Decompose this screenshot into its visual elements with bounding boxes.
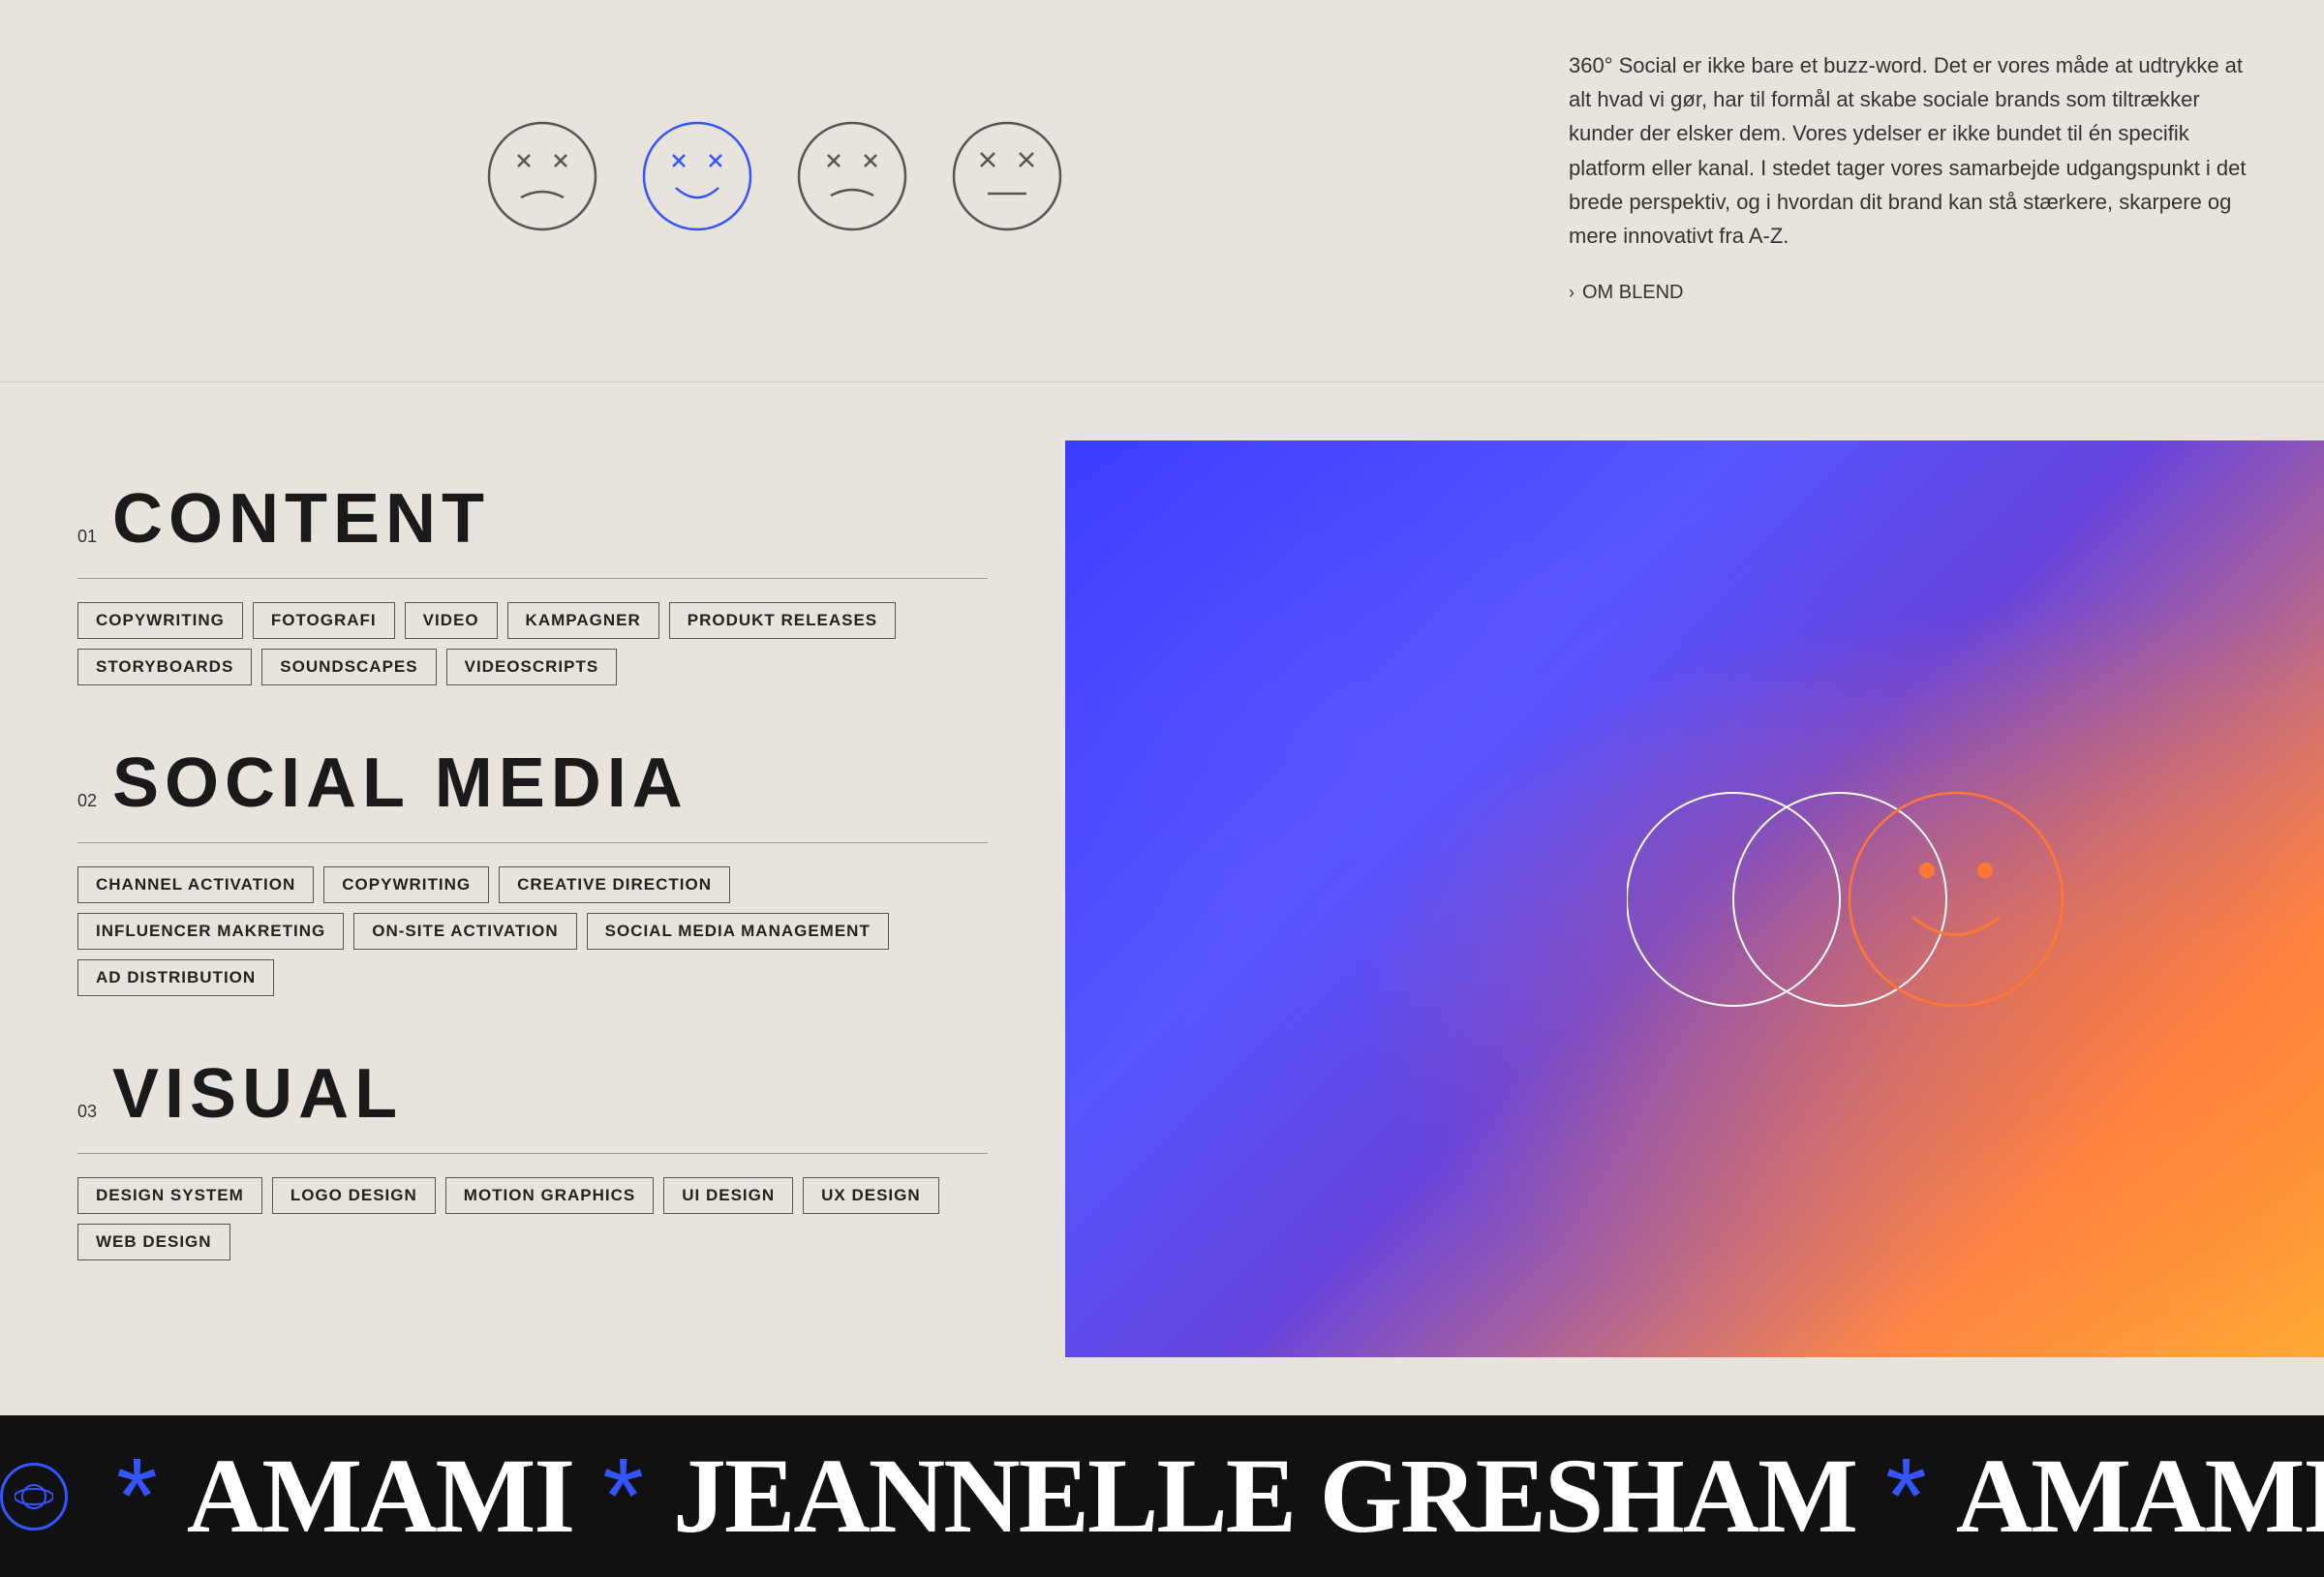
right-image-panel — [1065, 440, 2324, 1357]
main-section: 01 CONTENT COPYWRITING FOTOGRAFI VIDEO K… — [0, 382, 2324, 1415]
marquee-icon-1 — [0, 1463, 68, 1531]
tag-ux-design[interactable]: UX DESIGN — [803, 1177, 939, 1214]
hero-image — [1065, 440, 2324, 1357]
service-header-social: 02 SOCIAL MEDIA — [77, 743, 988, 823]
tag-web-design[interactable]: WEB DESIGN — [77, 1224, 230, 1260]
hero-circles-svg — [1627, 773, 2130, 1025]
tag-on-site-activation[interactable]: ON-SITE ACTIVATION — [353, 913, 576, 950]
tag-logo-design[interactable]: LOGO DESIGN — [272, 1177, 436, 1214]
service-header-visual: 03 VISUAL — [77, 1054, 988, 1134]
tag-channel-activation[interactable]: CHANNEL ACTIVATION — [77, 866, 314, 903]
chevron-right-icon: › — [1569, 283, 1575, 303]
content-tags: COPYWRITING FOTOGRAFI VIDEO KAMPAGNER PR… — [77, 602, 988, 685]
service-title-social: SOCIAL MEDIA — [112, 743, 688, 823]
marquee-bar: * AMAMI * JEANNELLE GRESHAM * AMAMI * JE… — [0, 1415, 2324, 1577]
tag-video[interactable]: VIDEO — [405, 602, 498, 639]
tag-copywriting-2[interactable]: COPYWRITING — [323, 866, 489, 903]
tag-fotografi[interactable]: FOTOGRAFI — [253, 602, 395, 639]
tag-social-media-management[interactable]: SOCIAL MEDIA MANAGEMENT — [587, 913, 889, 950]
tag-videoscripts[interactable]: VIDEOSCRIPTS — [446, 649, 618, 685]
smiley-icon-4 — [949, 118, 1065, 234]
smiley-icon-2-active — [639, 118, 755, 234]
marquee-star-1: * — [116, 1435, 158, 1558]
service-divider-3 — [77, 1153, 988, 1154]
service-number-3: 03 — [77, 1102, 97, 1122]
tag-copywriting-1[interactable]: COPYWRITING — [77, 602, 243, 639]
emoji-row — [0, 29, 1549, 323]
service-block-content: 01 CONTENT COPYWRITING FOTOGRAFI VIDEO K… — [77, 479, 988, 685]
om-blend-link[interactable]: › OM BLEND — [1569, 282, 2266, 304]
visual-tags: DESIGN SYSTEM LOGO DESIGN MOTION GRAPHIC… — [77, 1177, 988, 1260]
service-divider-2 — [77, 842, 988, 843]
tag-storyboards[interactable]: STORYBOARDS — [77, 649, 252, 685]
service-number-2: 02 — [77, 791, 97, 811]
tag-soundscapes[interactable]: SOUNDSCAPES — [261, 649, 436, 685]
services-list: 01 CONTENT COPYWRITING FOTOGRAFI VIDEO K… — [0, 440, 1065, 1357]
right-text-block: 360° Social er ikke bare et buzz-word. D… — [1549, 29, 2324, 323]
service-title-visual: VISUAL — [112, 1054, 403, 1134]
smiley-icon-1 — [484, 118, 600, 234]
service-title-content: CONTENT — [112, 479, 490, 559]
social-tags: CHANNEL ACTIVATION COPYWRITING CREATIVE … — [77, 866, 988, 996]
tag-creative-direction[interactable]: CREATIVE DIRECTION — [499, 866, 730, 903]
tag-motion-graphics[interactable]: MOTION GRAPHICS — [445, 1177, 654, 1214]
marquee-text-amami-2: AMAMI — [1956, 1435, 2324, 1558]
tag-influencer-makreting[interactable]: INFLUENCER MAKRETING — [77, 913, 344, 950]
service-number-1: 01 — [77, 527, 97, 547]
tag-design-system[interactable]: DESIGN SYSTEM — [77, 1177, 262, 1214]
description-text: 360° Social er ikke bare et buzz-word. D… — [1569, 48, 2266, 253]
hero-smileys — [1627, 773, 2130, 1025]
marquee-text-jeannelle-1: JEANNELLE GRESHAM — [673, 1435, 1856, 1558]
om-blend-label: OM BLEND — [1582, 282, 1683, 304]
service-block-visual: 03 VISUAL DESIGN SYSTEM LOGO DESIGN MOTI… — [77, 1054, 988, 1260]
tag-ad-distribution[interactable]: AD DISTRIBUTION — [77, 959, 274, 996]
service-header-content: 01 CONTENT — [77, 479, 988, 559]
marquee-text-amami-1: AMAMI — [187, 1435, 573, 1558]
service-divider-1 — [77, 578, 988, 579]
tag-produkt-releases[interactable]: PRODUKT RELEASES — [669, 602, 896, 639]
tag-ui-design[interactable]: UI DESIGN — [663, 1177, 793, 1214]
planet-icon — [15, 1477, 53, 1516]
marquee-content: * AMAMI * JEANNELLE GRESHAM * AMAMI * JE… — [0, 1435, 2324, 1558]
tag-kampagner[interactable]: KAMPAGNER — [507, 602, 659, 639]
marquee-star-3: * — [1885, 1435, 1927, 1558]
marquee-star-2: * — [602, 1435, 644, 1558]
top-section: 360° Social er ikke bare et buzz-word. D… — [0, 0, 2324, 381]
service-block-social: 02 SOCIAL MEDIA CHANNEL ACTIVATION COPYW… — [77, 743, 988, 996]
smiley-icon-3 — [794, 118, 910, 234]
